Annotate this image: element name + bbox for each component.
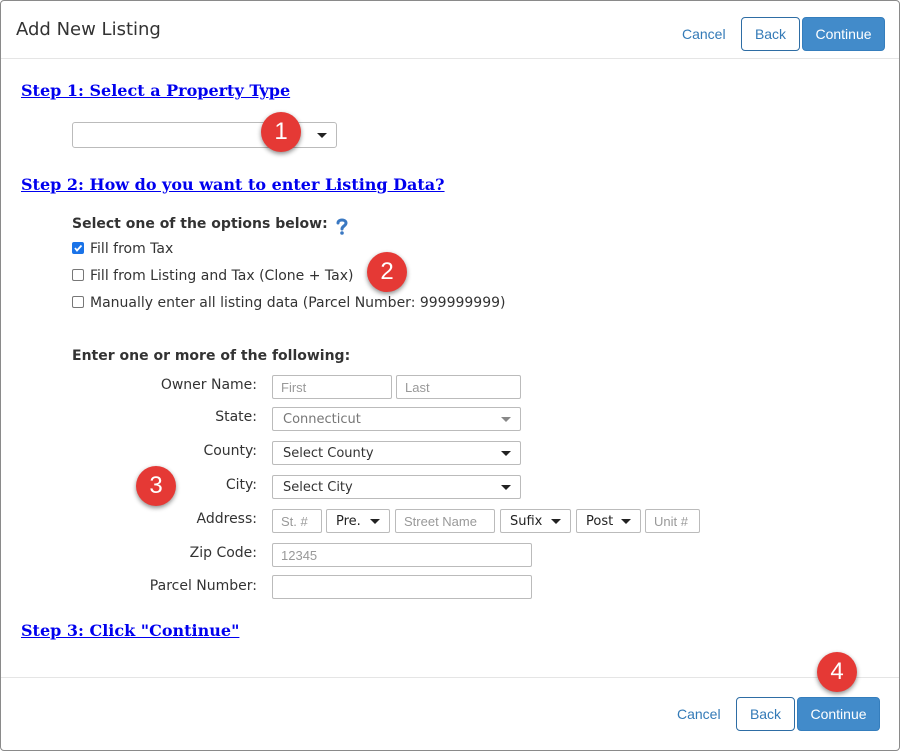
suffix-select[interactable]: Sufix [500, 509, 571, 533]
chevron-down-icon [551, 519, 561, 524]
state-value: Connecticut [283, 412, 361, 427]
search-criteria-label: Enter one or more of the following: [72, 348, 351, 364]
add-listing-dialog: Add New Listing Cancel Back Continue Ste… [0, 0, 900, 751]
street-name-input[interactable]: Street Name [395, 509, 495, 533]
parcel-input[interactable] [272, 575, 532, 599]
chevron-down-icon [621, 519, 631, 524]
chevron-down-icon [317, 133, 327, 138]
cancel-link[interactable]: Cancel [682, 26, 726, 42]
post-select[interactable]: Post [576, 509, 641, 533]
footer-divider [1, 677, 899, 678]
fill-from-tax-label: Fill from Tax [90, 241, 174, 257]
manual-entry-checkbox[interactable] [72, 296, 84, 308]
zip-input[interactable]: 12345 [272, 543, 532, 567]
fill-from-tax-checkbox[interactable] [72, 242, 84, 254]
owner-last-input[interactable]: Last [396, 375, 521, 399]
manual-entry-label: Manually enter all listing data (Parcel … [90, 295, 506, 311]
clone-tax-label: Fill from Listing and Tax (Clone + Tax) [90, 268, 354, 284]
county-select[interactable]: Select County [272, 441, 521, 465]
county-value: Select County [283, 446, 374, 461]
options-label: Select one of the options below: [72, 216, 328, 232]
annotation-badge-1: 1 [261, 112, 301, 152]
dialog-title: Add New Listing [16, 19, 161, 40]
step3-heading[interactable]: Step 3: Click "Continue" [21, 621, 239, 640]
chevron-down-icon [370, 519, 380, 524]
clone-tax-checkbox[interactable] [72, 269, 84, 281]
city-value: Select City [283, 480, 353, 495]
suffix-value: Sufix [510, 514, 543, 529]
chevron-down-icon [501, 485, 511, 490]
checkmark-icon [74, 244, 83, 252]
chevron-down-icon [501, 417, 511, 422]
zip-label: Zip Code: [189, 545, 257, 561]
annotation-badge-2: 2 [367, 252, 407, 292]
post-value: Post [586, 514, 614, 529]
annotation-badge-3: 3 [136, 466, 176, 506]
back-button[interactable]: Back [741, 17, 800, 51]
address-label: Address: [196, 511, 257, 527]
footer-back-button[interactable]: Back [736, 697, 795, 731]
footer-continue-button[interactable]: Continue [797, 697, 880, 731]
continue-button[interactable]: Continue [802, 17, 885, 51]
parcel-label: Parcel Number: [149, 578, 257, 594]
footer-cancel-link[interactable]: Cancel [677, 706, 721, 722]
prefix-select[interactable]: Pre. [326, 509, 390, 533]
step2-heading[interactable]: Step 2: How do you want to enter Listing… [21, 175, 445, 194]
state-label: State: [215, 409, 257, 425]
annotation-badge-4: 4 [817, 652, 857, 692]
step1-heading[interactable]: Step 1: Select a Property Type [21, 81, 290, 100]
owner-name-label: Owner Name: [160, 377, 257, 393]
county-label: County: [203, 443, 257, 459]
dialog-header: Add New Listing Cancel Back Continue [1, 1, 899, 59]
chevron-down-icon [501, 451, 511, 456]
prefix-value: Pre. [336, 514, 361, 529]
city-select[interactable]: Select City [272, 475, 521, 499]
unit-input[interactable]: Unit # [645, 509, 700, 533]
question-mark-icon[interactable] [335, 217, 349, 235]
owner-first-input[interactable]: First [272, 375, 392, 399]
state-select: Connecticut [272, 407, 521, 431]
street-number-input[interactable]: St. # [272, 509, 322, 533]
